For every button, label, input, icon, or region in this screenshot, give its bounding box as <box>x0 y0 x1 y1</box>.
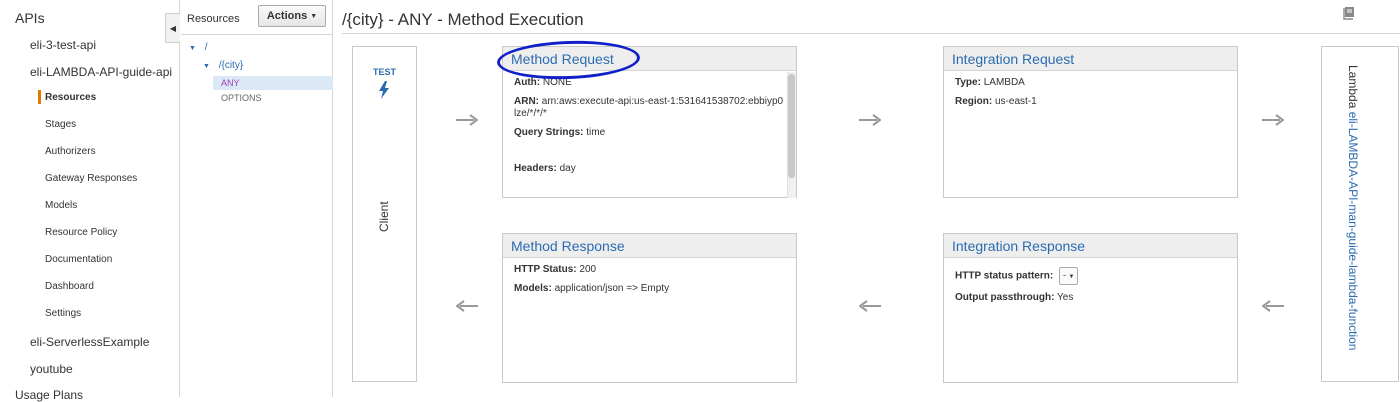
type-row: Type: LAMBDA <box>955 77 1226 89</box>
nav-item-models[interactable]: Models <box>45 200 77 211</box>
lambda-prefix: Lambda <box>1346 65 1360 109</box>
models-label: Models: <box>514 283 552 294</box>
method-execution-main: /{city} - ANY - Method Execution TEST Cl… <box>334 0 1400 397</box>
lambda-label: Lambda eli-LAMBDA-API-man-guide-lambda-f… <box>1346 65 1360 350</box>
caret-down-icon: ▼ <box>203 63 210 70</box>
bolt-icon[interactable] <box>377 81 391 99</box>
integration-request-body: Type: LAMBDA Region: us-east-1 <box>944 71 1237 121</box>
type-value: LAMBDA <box>983 77 1025 88</box>
nav-item-gateway-responses[interactable]: Gateway Responses <box>45 173 137 184</box>
status-pattern-label: HTTP status pattern: <box>955 270 1054 282</box>
lambda-function-link[interactable]: eli-LAMBDA-API-man-guide-lambda-function <box>1346 112 1360 351</box>
caret-down-icon: ▼ <box>1068 274 1075 280</box>
tree-node-root-label: / <box>204 42 208 53</box>
output-passthrough-row: Output passthrough: Yes <box>955 292 1226 304</box>
region-label: Region: <box>955 96 993 107</box>
title-divider <box>342 33 1400 34</box>
http-status-value: 200 <box>579 264 597 275</box>
arrow-right-icon <box>859 114 881 126</box>
actions-label: Actions <box>266 10 308 22</box>
api-link-eli-lambda-api-guide-api[interactable]: eli-LAMBDA-API-guide-api <box>30 65 172 79</box>
resources-tree-title: Resources <box>187 13 240 25</box>
auth-row: Auth: NONE <box>514 77 785 89</box>
tree-node-root[interactable]: ▼ / <box>189 42 208 53</box>
arrow-left-icon <box>859 300 881 312</box>
nav-item-documentation[interactable]: Documentation <box>45 254 112 265</box>
tree-method-options[interactable]: OPTIONS <box>213 91 333 105</box>
headers-label: Headers: <box>514 163 557 174</box>
client-box[interactable]: TEST Client <box>352 46 417 382</box>
arrow-right-icon <box>456 114 478 126</box>
auth-label: Auth: <box>514 77 541 88</box>
nav-item-usage-plans[interactable]: Usage Plans <box>15 388 83 402</box>
active-indicator <box>38 90 41 104</box>
tree-divider <box>181 34 333 35</box>
nav-item-authorizers[interactable]: Authorizers <box>45 146 96 157</box>
caret-down-icon: ▼ <box>310 12 318 20</box>
nav-item-dashboard[interactable]: Dashboard <box>45 281 94 292</box>
apis-title[interactable]: APIs <box>15 10 45 26</box>
auth-value: NONE <box>542 77 572 88</box>
nav-item-settings[interactable]: Settings <box>45 308 81 319</box>
http-status-label: HTTP Status: <box>514 264 577 275</box>
integration-request-title[interactable]: Integration Request <box>944 47 1237 71</box>
arn-label: ARN: <box>514 96 539 107</box>
nav-item-resource-policy[interactable]: Resource Policy <box>45 227 117 238</box>
api-link-eli-serverlessexample[interactable]: eli-ServerlessExample <box>30 335 149 349</box>
api-link-eli-3-test-api[interactable]: eli-3-test-api <box>30 38 96 52</box>
output-passthrough-label: Output passthrough: <box>955 292 1055 303</box>
status-pattern-row: HTTP status pattern: - ▼ <box>955 267 1226 285</box>
actions-dropdown-button[interactable]: Actions ▼ <box>258 5 326 27</box>
page-title: /{city} - ANY - Method Execution <box>342 10 584 29</box>
query-strings-label: Query Strings: <box>514 127 584 138</box>
collapse-sidebar-button[interactable]: ◀ <box>165 13 180 43</box>
status-pattern-select[interactable]: - ▼ <box>1058 267 1079 285</box>
arrow-left-icon <box>1262 300 1284 312</box>
test-button[interactable]: TEST <box>353 67 416 77</box>
output-passthrough-value: Yes <box>1057 292 1074 303</box>
arrow-right-icon <box>1262 114 1284 126</box>
chevron-left-icon: ◀ <box>169 23 177 33</box>
nav-item-stages[interactable]: Stages <box>45 119 76 130</box>
caret-down-icon: ▼ <box>189 45 196 52</box>
integration-response-panel[interactable]: Integration Response HTTP status pattern… <box>943 233 1238 383</box>
type-label: Type: <box>955 77 981 88</box>
left-navigation: APIs eli-3-test-api eli-LAMBDA-API-guide… <box>0 0 180 402</box>
region-row: Region: us-east-1 <box>955 96 1226 108</box>
headers-row: Headers: day <box>514 163 785 175</box>
integration-request-panel[interactable]: Integration Request Type: LAMBDA Region:… <box>943 46 1238 198</box>
http-status-row: HTTP Status: 200 <box>514 264 785 276</box>
integration-response-body: HTTP status pattern: - ▼ Output passthro… <box>944 258 1237 317</box>
method-response-title[interactable]: Method Response <box>503 234 796 258</box>
book-icon[interactable] <box>1342 6 1356 20</box>
method-request-body: Auth: NONE ARN: arn:aws:execute-api:us-e… <box>503 71 796 188</box>
method-response-body: HTTP Status: 200 Models: application/jso… <box>503 258 796 308</box>
lambda-target-box[interactable]: Lambda eli-LAMBDA-API-man-guide-lambda-f… <box>1321 46 1399 382</box>
tree-node-city-label: /{city} <box>218 60 244 71</box>
status-pattern-value: - <box>1062 270 1066 280</box>
tree-method-any[interactable]: ANY <box>213 76 333 90</box>
method-request-panel[interactable]: Method Request Auth: NONE ARN: arn:aws:e… <box>496 38 797 198</box>
method-response-panel[interactable]: Method Response HTTP Status: 200 Models:… <box>502 233 797 383</box>
region-value: us-east-1 <box>995 96 1037 107</box>
tree-node-city[interactable]: ▼ /{city} <box>203 60 243 71</box>
api-link-youtube[interactable]: youtube <box>30 362 73 376</box>
arrow-left-icon <box>456 300 478 312</box>
scrollbar-thumb[interactable] <box>788 74 795 178</box>
client-label: Client <box>377 201 391 232</box>
arn-row: ARN: arn:aws:execute-api:us-east-1:53164… <box>514 96 784 120</box>
query-strings-row: Query Strings: time <box>514 127 785 139</box>
models-row: Models: application/json => Empty <box>514 283 785 295</box>
nav-item-resources[interactable]: Resources <box>45 92 96 103</box>
method-request-title[interactable]: Method Request <box>503 47 796 71</box>
models-value: application/json => Empty <box>554 283 670 294</box>
integration-response-title[interactable]: Integration Response <box>944 234 1237 258</box>
arn-value: arn:aws:execute-api:us-east-1:5316415387… <box>514 96 784 119</box>
query-strings-value: time <box>586 127 606 138</box>
resources-tree-panel: Resources Actions ▼ ▼ / ▼ /{city} ANY OP… <box>181 0 333 397</box>
headers-value: day <box>559 163 576 174</box>
